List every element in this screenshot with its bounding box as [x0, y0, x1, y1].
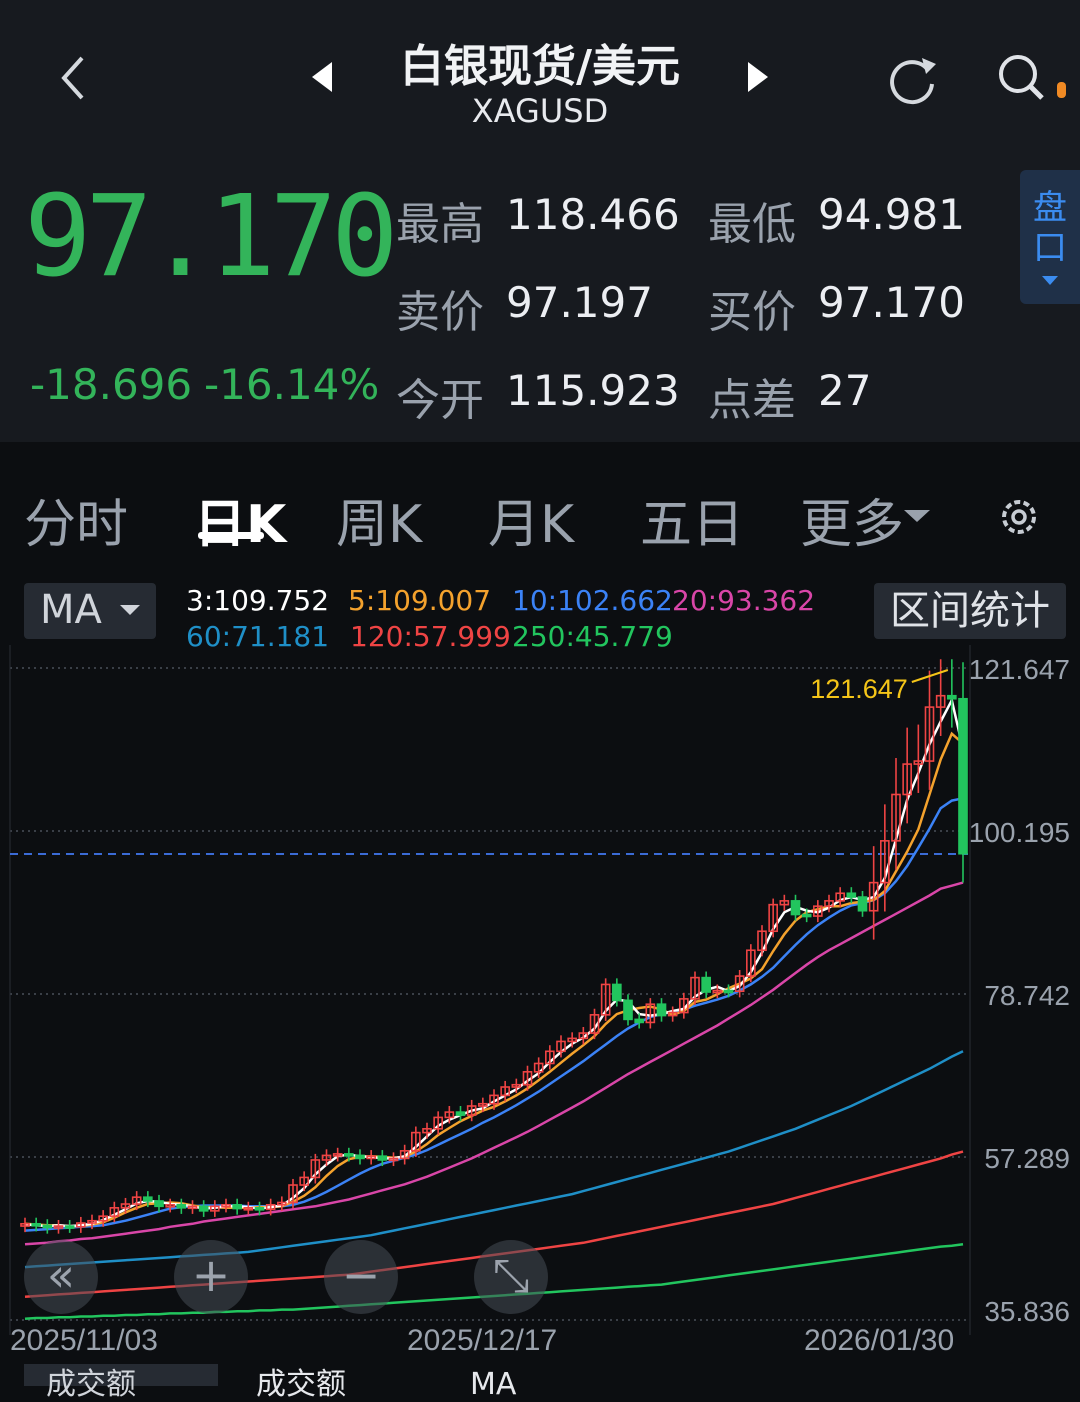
bid-value: 97.170: [818, 278, 965, 327]
tab-weekly[interactable]: 周K: [336, 482, 422, 557]
candle-body: [846, 892, 857, 898]
page-title: 白银现货/美元: [399, 41, 681, 92]
low-label: 最低: [708, 199, 796, 250]
y-tick-label: 78.742: [984, 980, 1070, 1011]
y-tick-label: 35.836: [984, 1296, 1070, 1327]
open-value: 115.923: [506, 366, 680, 415]
ma5-value: 5:109.007: [348, 584, 492, 617]
caret-down-icon: [1042, 276, 1058, 285]
candle-body: [344, 1153, 354, 1157]
quote-header: 白银现货/美元 XAGUSD 97.170 -18.696 -16.14% 最高…: [0, 0, 1080, 442]
ma10-value: 10:102.662: [512, 584, 673, 617]
search-icon[interactable]: [994, 52, 1072, 108]
pankou-button[interactable]: 盘 口: [1020, 170, 1080, 304]
candle-body: [857, 896, 868, 912]
candle-body: [232, 1203, 242, 1210]
symbol-code: XAGUSD: [471, 92, 609, 130]
volume-select-label: 成交额: [46, 1367, 136, 1402]
spread-value: 27: [818, 366, 872, 415]
zoom-in-button[interactable]: +: [174, 1240, 248, 1314]
caret-down-icon: [120, 605, 140, 615]
chevron-left-icon[interactable]: [56, 54, 90, 102]
pankou-label-1: 盘: [1033, 188, 1067, 228]
fullscreen-button[interactable]: ⤡: [474, 1240, 548, 1314]
x-tick-label: 2025/12/17: [407, 1324, 557, 1357]
ask-label: 卖价: [396, 287, 484, 338]
candle-body: [656, 1003, 667, 1017]
candle-body: [958, 697, 968, 855]
tab-intraday[interactable]: 分时: [24, 482, 128, 557]
ma10-line: [24, 797, 964, 1232]
price-change: -18.696: [30, 360, 193, 409]
candle-body: [355, 1154, 365, 1160]
candle-body: [198, 1205, 209, 1212]
volume-pane-header: 成交额 成交额 MA: [0, 1362, 1080, 1400]
y-tick-label: 57.289: [984, 1143, 1070, 1174]
bid-label: 买价: [708, 287, 796, 338]
tab-five-day[interactable]: 五日: [640, 482, 744, 557]
zoom-out-button[interactable]: −: [324, 1240, 398, 1314]
candle-body: [701, 976, 711, 993]
ma3-value: 3:109.752: [186, 584, 330, 617]
high-value: 118.466: [506, 190, 680, 239]
gear-icon[interactable]: [996, 494, 1042, 540]
y-tick-label: 100.195: [969, 817, 1070, 848]
volume-select[interactable]: 成交额: [24, 1364, 218, 1400]
expand-icon: ⤡: [492, 1248, 530, 1302]
candle-body: [790, 900, 801, 916]
candle-body: [154, 1200, 164, 1208]
triangle-left-icon[interactable]: [310, 60, 334, 94]
candle-body: [64, 1225, 75, 1229]
tab-daily[interactable]: 日K: [194, 482, 286, 557]
volume-label: 成交额: [256, 1367, 346, 1402]
indicator-select[interactable]: MA: [24, 583, 156, 639]
plus-icon: +: [191, 1248, 231, 1302]
x-tick-label: 2025/11/03: [10, 1324, 158, 1357]
max-marker-label: 121.647: [810, 674, 908, 704]
ma20-value: 20:93.362: [672, 584, 816, 617]
candle-body: [623, 999, 633, 1021]
ask-value: 97.197: [506, 278, 653, 327]
last-price: 97.170: [24, 172, 399, 302]
candle-body: [176, 1203, 187, 1209]
ma60-line: [24, 1050, 964, 1269]
period-tabs: 分时 日K 周K 月K 五日 更多: [0, 460, 1080, 572]
candle-body: [42, 1224, 53, 1229]
range-stats-button[interactable]: 区间统计: [874, 583, 1066, 639]
y-tick-label: 121.647: [969, 654, 1070, 685]
price-change-pct: -16.14%: [204, 360, 380, 409]
candle-body: [947, 694, 957, 700]
candle-body: [31, 1222, 41, 1227]
refresh-icon[interactable]: [884, 52, 942, 110]
double-chevron-left-icon: «: [46, 1248, 76, 1302]
triangle-right-icon[interactable]: [746, 60, 770, 94]
tab-monthly[interactable]: 月K: [488, 482, 574, 557]
active-tab-indicator: [198, 532, 264, 539]
candle-body: [377, 1155, 388, 1161]
volume-ma-label: MA: [470, 1367, 517, 1402]
scroll-left-button[interactable]: «: [24, 1240, 98, 1314]
candle-body: [455, 1111, 466, 1116]
candle-body: [254, 1207, 265, 1211]
candle-body: [801, 913, 812, 918]
candle-body: [723, 989, 734, 994]
caret-down-icon: [904, 510, 930, 522]
spread-label: 点差: [708, 375, 796, 426]
x-tick-label: 2026/01/30: [804, 1324, 954, 1357]
high-label: 最高: [396, 199, 484, 250]
minus-icon: −: [341, 1248, 381, 1302]
low-value: 94.981: [818, 190, 965, 239]
pankou-label-2: 口: [1033, 228, 1067, 268]
ma5-line: [24, 731, 964, 1228]
candle-body: [143, 1196, 153, 1202]
indicator-select-label: MA: [40, 587, 102, 633]
open-label: 今开: [396, 375, 484, 426]
candle-body: [634, 1018, 644, 1024]
tab-more[interactable]: 更多: [800, 482, 904, 557]
candle-body: [612, 983, 622, 1002]
